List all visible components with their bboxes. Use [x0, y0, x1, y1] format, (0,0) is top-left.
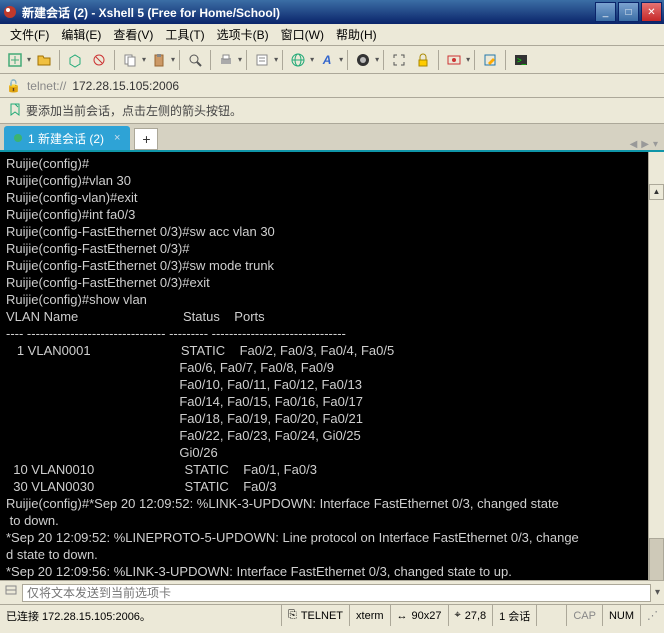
menu-help[interactable]: 帮助(H)	[330, 24, 383, 45]
copy-button[interactable]: ▾	[119, 49, 146, 71]
properties-button[interactable]: ▾	[251, 49, 278, 71]
status-connection: 已连接 172.28.15.105:2006。	[0, 605, 282, 626]
open-button[interactable]	[33, 49, 55, 71]
terminal-scrollbar[interactable]: ▲ ▼	[648, 152, 664, 580]
menu-view[interactable]: 查看(V)	[107, 24, 159, 45]
status-cursor: ⌖ 27,8	[449, 605, 494, 626]
toolbar-separator	[505, 50, 506, 70]
rec-button[interactable]: ▾	[443, 49, 470, 71]
tab-close-icon[interactable]: ×	[114, 132, 120, 144]
address-protocol: telnet://	[27, 79, 66, 93]
window-titlebar: 新建会话 (2) - Xshell 5 (Free for Home/Schoo…	[0, 0, 664, 24]
tab-label: 1 新建会话 (2)	[28, 130, 104, 147]
app-icon	[2, 4, 18, 20]
bookmark-icon[interactable]	[8, 102, 22, 119]
compose-button[interactable]	[479, 49, 501, 71]
fullscreen-button[interactable]	[388, 49, 410, 71]
status-spacer	[537, 605, 567, 626]
size-icon: ↔	[397, 610, 408, 622]
menu-file[interactable]: 文件(F)	[4, 24, 55, 45]
new-session-button[interactable]: ▾	[4, 49, 31, 71]
toolbar-separator	[438, 50, 439, 70]
tip-bar: 要添加当前会话，点击左侧的箭头按钮。	[0, 98, 664, 124]
search-button[interactable]	[184, 49, 206, 71]
toolbar-separator	[474, 50, 475, 70]
toolbar: ▾ ▾ ▾ ▾ ▾ ▾ A▾ ▾ ▾ >_	[0, 46, 664, 74]
scrollbar-track[interactable]	[649, 232, 664, 580]
status-dot-icon	[14, 134, 22, 142]
status-cap: CAP	[567, 605, 603, 626]
cursor-pos-icon: ⌖	[455, 609, 461, 622]
toolbar-separator	[246, 50, 247, 70]
toolbar-separator	[210, 50, 211, 70]
menu-tools[interactable]: 工具(T)	[159, 24, 210, 45]
command-bar: ▾	[0, 580, 664, 604]
tab-strip: 1 新建会话 (2) × + ◀ ▶ ▾	[0, 124, 664, 150]
scroll-up-button[interactable]: ▲	[649, 184, 664, 200]
address-host[interactable]: 172.28.15.105:2006	[72, 79, 179, 93]
status-bar: 已连接 172.28.15.105:2006。 ⎘TELNET xterm ↔ …	[0, 604, 664, 626]
session-tab[interactable]: 1 新建会话 (2) ×	[4, 126, 130, 150]
window-title: 新建会话 (2) - Xshell 5 (Free for Home/Schoo…	[22, 4, 593, 21]
status-size: ↔ 90x27	[391, 605, 449, 626]
ssh-icon: ⎘	[288, 609, 297, 622]
disconnect-button[interactable]	[88, 49, 110, 71]
toolbar-separator	[114, 50, 115, 70]
reconnect-button[interactable]	[64, 49, 86, 71]
tip-text: 要添加当前会话，点击左侧的箭头按钮。	[26, 102, 242, 119]
lock-icon: 🔓	[6, 79, 21, 93]
minimize-button[interactable]: _	[595, 2, 616, 22]
globe-button[interactable]: ▾	[287, 49, 314, 71]
status-num: NUM	[603, 605, 641, 626]
toolbar-separator	[179, 50, 180, 70]
command-input[interactable]	[22, 584, 651, 602]
status-sessions: 1 会话	[493, 605, 537, 626]
menu-tabs[interactable]: 选项卡(B)	[211, 24, 275, 45]
send-options-button[interactable]: ▾	[655, 587, 660, 598]
send-mode-icon[interactable]	[4, 583, 18, 602]
svg-text:>_: >_	[517, 56, 527, 65]
tab-list-button[interactable]: ▾	[651, 139, 660, 150]
print-button[interactable]: ▾	[215, 49, 242, 71]
toolbar-separator	[59, 50, 60, 70]
new-tab-button[interactable]: +	[134, 128, 158, 150]
tab-next-button[interactable]: ▶	[639, 139, 651, 150]
font-button[interactable]: A▾	[316, 49, 343, 71]
color-button[interactable]: ▾	[352, 49, 379, 71]
toolbar-separator	[383, 50, 384, 70]
menu-bar: 文件(F) 编辑(E) 查看(V) 工具(T) 选项卡(B) 窗口(W) 帮助(…	[0, 24, 664, 46]
toolbar-separator	[347, 50, 348, 70]
menu-window[interactable]: 窗口(W)	[275, 24, 330, 45]
tab-prev-button[interactable]: ◀	[628, 139, 640, 150]
terminal-output[interactable]: Ruijie(config)# Ruijie(config)#vlan 30 R…	[0, 150, 664, 580]
paste-button[interactable]: ▾	[148, 49, 175, 71]
status-term: xterm	[350, 605, 391, 626]
resize-grip[interactable]: ⋰	[641, 605, 664, 626]
scrollbar-thumb[interactable]	[649, 538, 664, 580]
terminal-button[interactable]: >_	[510, 49, 532, 71]
close-button[interactable]: ✕	[641, 2, 662, 22]
menu-edit[interactable]: 编辑(E)	[55, 24, 107, 45]
address-bar: 🔓 telnet:// 172.28.15.105:2006	[0, 74, 664, 98]
status-protocol: ⎘TELNET	[282, 605, 350, 626]
toolbar-separator	[282, 50, 283, 70]
lock-button[interactable]	[412, 49, 434, 71]
maximize-button[interactable]: □	[618, 2, 639, 22]
